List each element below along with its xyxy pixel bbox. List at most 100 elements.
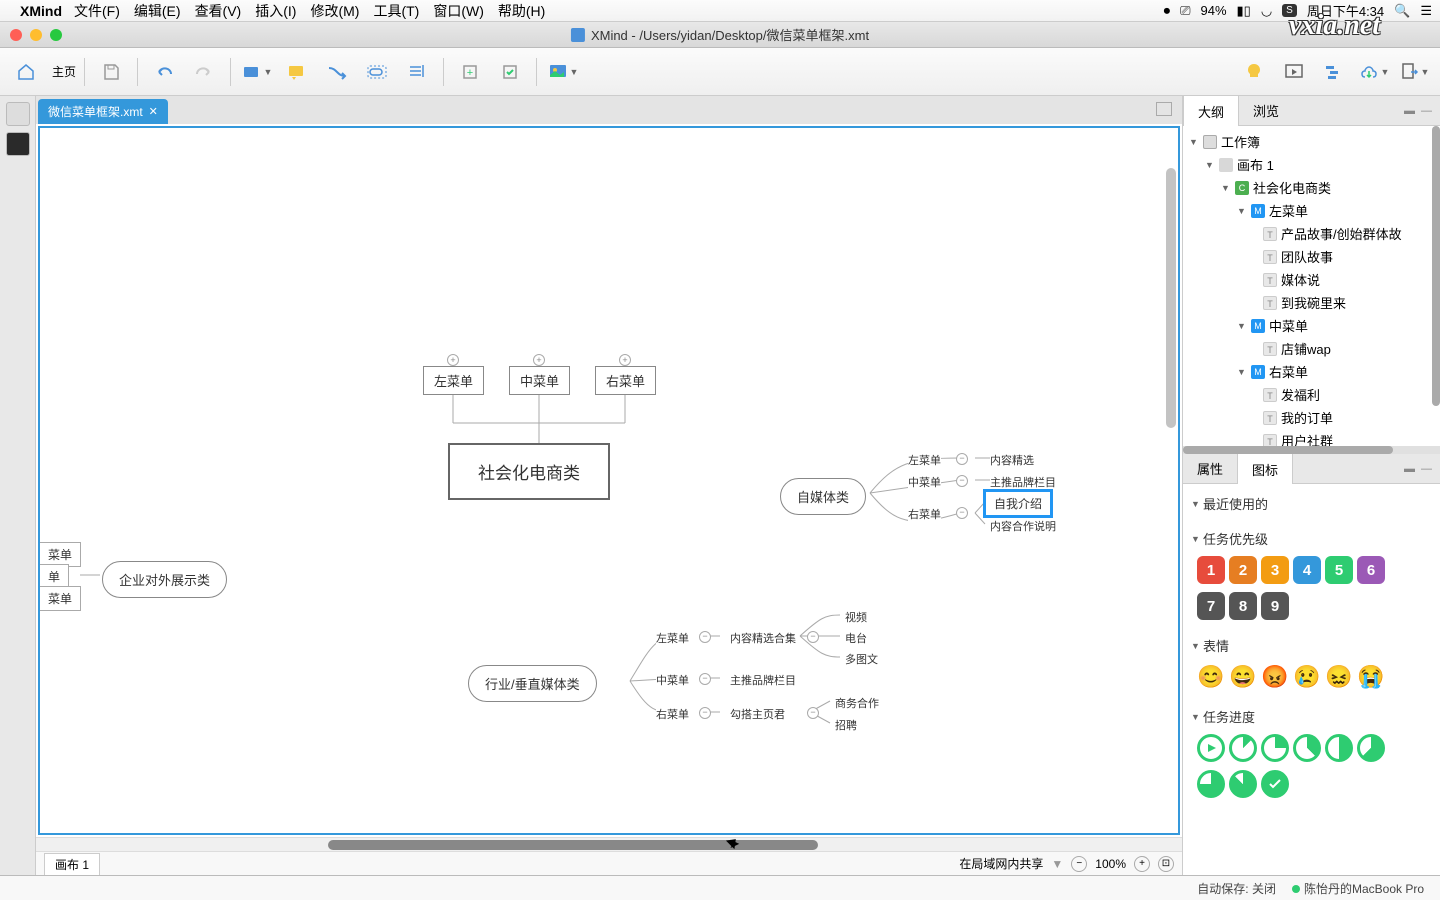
mini-outline-button[interactable] bbox=[6, 102, 30, 126]
node-hiring[interactable]: 招聘 bbox=[835, 717, 857, 733]
file-tab[interactable]: 微信菜单框架.xmt ✕ bbox=[38, 99, 168, 124]
filter-icon[interactable]: ▼ bbox=[1051, 857, 1063, 871]
node-right-menu[interactable]: 右菜单 bbox=[595, 366, 656, 395]
expand-handle[interactable]: + bbox=[533, 354, 545, 366]
progress-25[interactable] bbox=[1261, 734, 1289, 762]
panel-toggle-button[interactable] bbox=[1156, 102, 1172, 116]
spotlight-icon[interactable]: 🔍 bbox=[1394, 3, 1410, 19]
panel-min-icon[interactable]: — bbox=[1421, 105, 1432, 117]
tree-item[interactable]: T发福利 bbox=[1185, 383, 1438, 406]
priority-5[interactable]: 5 bbox=[1325, 556, 1353, 584]
panel-menu-icon[interactable]: ▬ bbox=[1404, 105, 1415, 117]
progress-0[interactable] bbox=[1197, 734, 1225, 762]
outline-hscroll[interactable] bbox=[1183, 446, 1440, 454]
zoom-out-button[interactable]: − bbox=[1071, 856, 1087, 872]
mindmap-canvas[interactable]: + 左菜单 + 中菜单 + 右菜单 社会化电商类 菜单 单 菜单 企业对外展示类… bbox=[38, 126, 1180, 835]
node-brand-col[interactable]: 主推品牌栏目 bbox=[730, 672, 796, 688]
progress-50[interactable] bbox=[1325, 734, 1353, 762]
emoji-angry[interactable]: 😡 bbox=[1261, 663, 1289, 691]
collapse-handle[interactable]: − bbox=[956, 475, 968, 487]
collapse-handle[interactable]: − bbox=[807, 707, 819, 719]
node-v-left[interactable]: 左菜单 bbox=[656, 630, 689, 646]
tab-browse[interactable]: 浏览 bbox=[1239, 95, 1293, 126]
app-name[interactable]: XMind bbox=[20, 3, 62, 19]
section-progress[interactable]: ▼任务进度 bbox=[1189, 703, 1434, 730]
node-central[interactable]: 社会化电商类 bbox=[448, 443, 610, 500]
horizontal-scrollbar[interactable]: ➤ bbox=[36, 837, 1182, 851]
minimize-button[interactable] bbox=[30, 29, 42, 41]
priority-2[interactable]: 2 bbox=[1229, 556, 1257, 584]
tree-item[interactable]: T产品故事/创始群体故 bbox=[1185, 222, 1438, 245]
redo-button[interactable] bbox=[186, 54, 222, 90]
undo-button[interactable] bbox=[146, 54, 182, 90]
emoji-sob[interactable]: 😭 bbox=[1357, 663, 1385, 691]
section-priority[interactable]: ▼任务优先级 bbox=[1189, 525, 1434, 552]
home-button[interactable] bbox=[8, 54, 44, 90]
node-vertical[interactable]: 行业/垂直媒体类 bbox=[468, 665, 597, 702]
node-selfmedia[interactable]: 自媒体类 bbox=[780, 478, 866, 515]
outline-tree[interactable]: ▼工作簿 ▼画布 1 ▼C社会化电商类 ▼M左菜单 T产品故事/创始群体故 T团… bbox=[1183, 126, 1440, 446]
emoji-laugh[interactable]: 😄 bbox=[1229, 663, 1257, 691]
priority-8[interactable]: 8 bbox=[1229, 592, 1257, 620]
zoom-in-button[interactable]: + bbox=[1134, 856, 1150, 872]
node-brand-column[interactable]: 主推品牌栏目 bbox=[990, 474, 1056, 490]
tree-item[interactable]: T我的订单 bbox=[1185, 406, 1438, 429]
save-button[interactable] bbox=[93, 54, 129, 90]
zoom-button[interactable] bbox=[50, 29, 62, 41]
collapse-handle[interactable]: − bbox=[807, 631, 819, 643]
outline-vscroll[interactable] bbox=[1432, 126, 1440, 446]
node-v-right[interactable]: 右菜单 bbox=[656, 706, 689, 722]
boundary-button[interactable] bbox=[359, 54, 395, 90]
note-button[interactable] bbox=[279, 54, 315, 90]
tree-workbook[interactable]: ▼工作簿 bbox=[1185, 130, 1438, 153]
collapse-handle[interactable]: − bbox=[956, 507, 968, 519]
priority-6[interactable]: 6 bbox=[1357, 556, 1385, 584]
node-left-menu[interactable]: 左菜单 bbox=[423, 366, 484, 395]
node-content-collection[interactable]: 内容精选合集 bbox=[730, 630, 796, 646]
menu-file[interactable]: 文件(F) bbox=[74, 1, 120, 21]
task-button[interactable] bbox=[492, 54, 528, 90]
node-video[interactable]: 视频 bbox=[845, 609, 867, 625]
marker-button[interactable]: + bbox=[452, 54, 488, 90]
screen-icon[interactable]: ⎚ bbox=[1180, 3, 1190, 19]
sheet-tab[interactable]: 画布 1 bbox=[44, 853, 100, 875]
panel-min-icon[interactable]: — bbox=[1421, 463, 1432, 475]
menu-insert[interactable]: 插入(I) bbox=[255, 1, 296, 21]
tree-item[interactable]: T店铺wap bbox=[1185, 337, 1438, 360]
node-radio[interactable]: 电台 bbox=[845, 630, 867, 646]
gantt-button[interactable] bbox=[1316, 54, 1352, 90]
node-enterprise[interactable]: 企业对外展示类 bbox=[102, 561, 227, 598]
tree-item[interactable]: T到我碗里来 bbox=[1185, 291, 1438, 314]
menu-edit[interactable]: 编辑(E) bbox=[134, 1, 181, 21]
node-sm-mid[interactable]: 中菜单 bbox=[908, 474, 941, 490]
emoji-smile[interactable]: 😊 bbox=[1197, 663, 1225, 691]
tab-outline[interactable]: 大纲 bbox=[1183, 95, 1239, 128]
collapse-handle[interactable]: − bbox=[699, 631, 711, 643]
node-multi-img[interactable]: 多图文 bbox=[845, 651, 878, 667]
progress-37[interactable] bbox=[1293, 734, 1321, 762]
tree-left-menu[interactable]: ▼M左菜单 bbox=[1185, 199, 1438, 222]
emoji-cry[interactable]: 😢 bbox=[1293, 663, 1321, 691]
tree-item[interactable]: T用户社群 bbox=[1185, 429, 1438, 446]
menu-help[interactable]: 帮助(H) bbox=[498, 1, 545, 21]
node-coop-explain[interactable]: 内容合作说明 bbox=[990, 518, 1056, 534]
priority-7[interactable]: 7 bbox=[1197, 592, 1225, 620]
node-sm-right[interactable]: 右菜单 bbox=[908, 506, 941, 522]
image-button[interactable]: ▼ bbox=[545, 54, 581, 90]
tree-item[interactable]: T媒体说 bbox=[1185, 268, 1438, 291]
node-sm-left[interactable]: 左菜单 bbox=[908, 452, 941, 468]
relationship-button[interactable] bbox=[319, 54, 355, 90]
node-mid-menu[interactable]: 中菜单 bbox=[509, 366, 570, 395]
node-stub[interactable]: 菜单 bbox=[40, 586, 81, 611]
priority-1[interactable]: 1 bbox=[1197, 556, 1225, 584]
menu-view[interactable]: 查看(V) bbox=[195, 1, 242, 21]
menu-modify[interactable]: 修改(M) bbox=[310, 1, 359, 21]
tab-icons[interactable]: 图标 bbox=[1237, 453, 1293, 486]
progress-100[interactable] bbox=[1261, 770, 1289, 798]
presentation-button[interactable] bbox=[1276, 54, 1312, 90]
node-content-select[interactable]: 内容精选 bbox=[990, 452, 1034, 468]
clock[interactable]: 周日下午4:34 bbox=[1307, 1, 1384, 20]
close-button[interactable] bbox=[10, 29, 22, 41]
node-contact[interactable]: 勾搭主页君 bbox=[730, 706, 785, 722]
collapse-handle[interactable]: − bbox=[956, 453, 968, 465]
